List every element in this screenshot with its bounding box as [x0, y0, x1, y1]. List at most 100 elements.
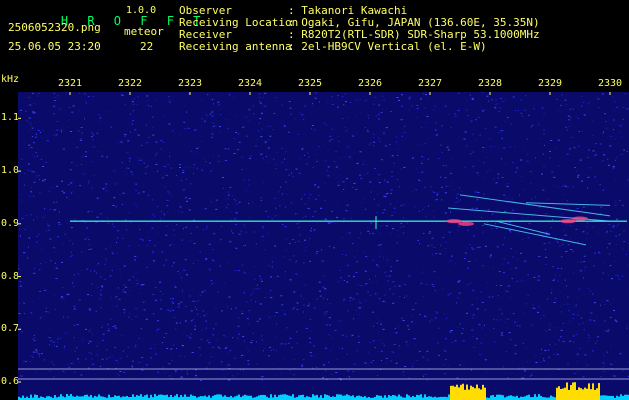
power-bar — [144, 395, 146, 400]
power-bar — [154, 394, 156, 400]
power-bar — [34, 394, 36, 400]
power-bar — [190, 394, 192, 400]
power-bar — [482, 384, 484, 400]
power-bar — [36, 394, 38, 400]
power-bar — [608, 395, 610, 400]
power-bar — [582, 389, 584, 400]
power-bar — [412, 395, 414, 400]
power-bar — [344, 395, 346, 400]
y-tick-label: 1.0 — [1, 165, 20, 177]
meteor-label: meteor — [124, 25, 164, 38]
power-bar — [458, 387, 460, 400]
power-bar — [54, 395, 56, 400]
power-bar — [162, 394, 164, 400]
field-antenna-value: : 2el-HB9CV Vertical (el. E-W) — [288, 40, 487, 53]
power-bar — [76, 395, 78, 400]
power-bar — [566, 382, 568, 400]
x-tick-label: 2326 — [357, 78, 383, 89]
power-bar — [96, 396, 98, 400]
power-bar — [326, 394, 328, 400]
power-bar — [570, 385, 572, 400]
power-bar — [462, 383, 464, 400]
power-bar — [606, 395, 608, 400]
power-bar — [560, 389, 562, 400]
power-bar — [118, 395, 120, 400]
power-bar — [428, 396, 430, 400]
power-bar — [292, 394, 294, 400]
power-bar — [234, 396, 236, 400]
meteor-hotspot — [446, 219, 462, 224]
power-bar — [284, 394, 286, 400]
power-bar — [580, 388, 582, 400]
field-antenna-label: Receiving antenna — [179, 40, 292, 53]
power-bar — [394, 395, 396, 400]
power-bar — [424, 394, 426, 400]
power-bar — [246, 395, 248, 400]
power-bar — [140, 394, 142, 400]
y-tick-label: 0.8 — [1, 270, 20, 282]
power-bar — [274, 394, 276, 400]
power-bar — [624, 394, 626, 400]
power-bar — [540, 396, 542, 400]
power-bar — [484, 387, 486, 400]
power-bar — [264, 395, 266, 400]
x-tick-label: 2327 — [417, 78, 443, 89]
power-bar — [558, 386, 560, 400]
power-bar — [506, 396, 508, 400]
power-bar — [62, 396, 64, 400]
power-bar — [454, 386, 456, 400]
power-bar — [126, 395, 128, 400]
power-bar — [342, 395, 344, 400]
power-bar — [376, 395, 378, 400]
power-bar — [550, 395, 552, 400]
power-bar — [346, 394, 348, 400]
power-bar — [222, 396, 224, 400]
power-bar — [108, 394, 110, 400]
power-bar — [356, 395, 358, 400]
power-bar — [164, 395, 166, 400]
power-bar — [100, 396, 102, 400]
power-bar — [98, 394, 100, 400]
power-bar — [46, 396, 48, 400]
power-bar — [238, 394, 240, 400]
power-bar — [480, 389, 482, 400]
x-tick-label: 2328 — [477, 78, 503, 89]
power-bar — [90, 394, 92, 400]
power-bar — [124, 396, 126, 400]
power-bar — [406, 394, 408, 400]
power-bar — [160, 394, 162, 400]
power-bar — [66, 394, 68, 400]
power-bar — [448, 394, 450, 400]
power-bar — [452, 385, 454, 400]
power-bar — [146, 394, 148, 400]
power-bar — [328, 395, 330, 400]
power-bar — [604, 395, 606, 400]
power-bar — [602, 395, 604, 400]
y-axis-unit: kHz — [1, 74, 20, 85]
power-bar — [332, 396, 334, 400]
power-bar — [408, 395, 410, 400]
y-tick-label: 1.1 — [1, 112, 20, 124]
power-bar — [218, 394, 220, 400]
power-bar — [242, 395, 244, 400]
power-bar — [220, 394, 222, 400]
power-bar — [30, 394, 32, 400]
power-bar — [302, 394, 304, 400]
power-bar — [508, 395, 510, 400]
power-bar — [68, 395, 70, 400]
power-bar — [502, 395, 504, 400]
power-bar — [180, 395, 182, 400]
power-bar — [384, 395, 386, 400]
power-bar — [450, 385, 452, 400]
power-bar — [510, 395, 512, 400]
power-bar — [166, 394, 168, 400]
power-bar — [40, 396, 42, 400]
power-bar — [472, 386, 474, 400]
power-bar — [250, 395, 252, 400]
power-bar — [202, 396, 204, 400]
power-bar — [132, 394, 134, 400]
power-bar — [352, 395, 354, 400]
power-bar — [70, 394, 72, 400]
power-bar — [388, 395, 390, 400]
x-tick-label: 2325 — [297, 78, 323, 89]
